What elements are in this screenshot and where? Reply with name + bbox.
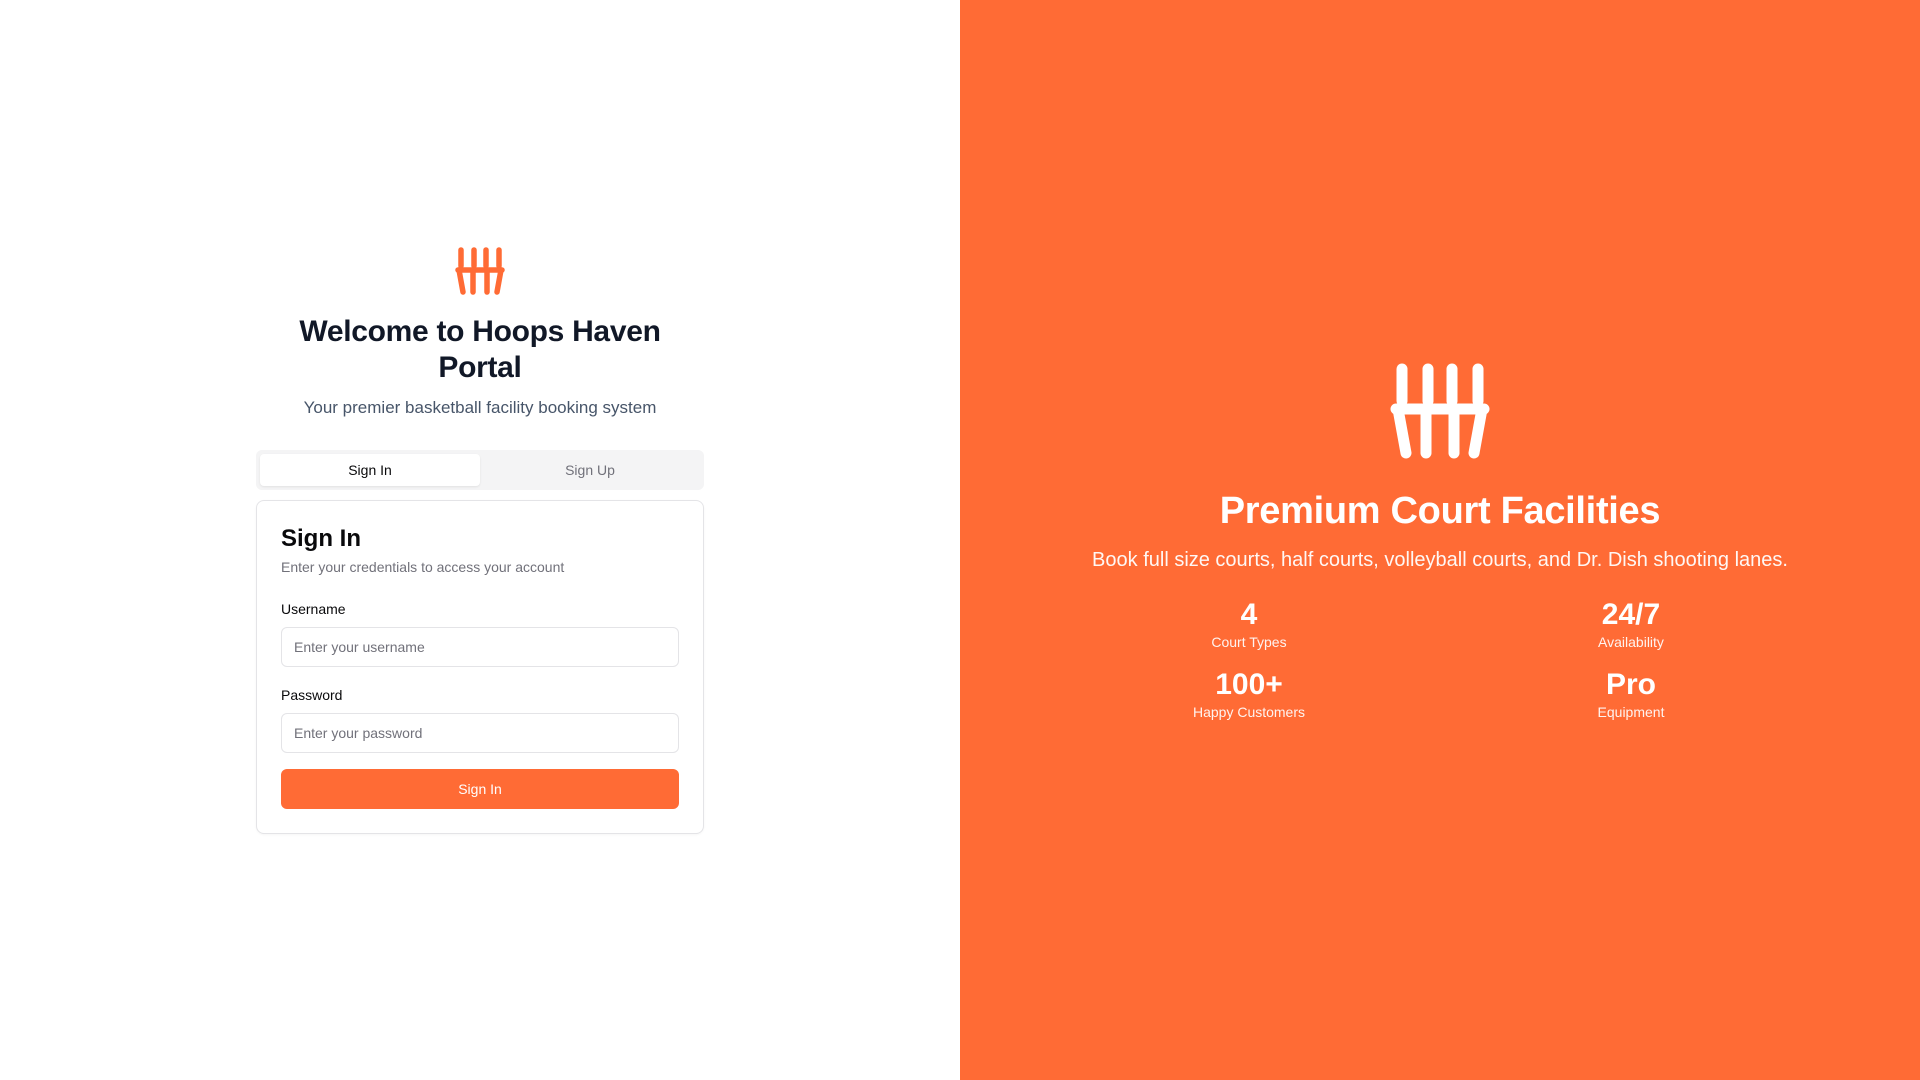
password-label: Password [281, 687, 343, 703]
login-panel: Welcome to Hoops Haven Portal Your premi… [0, 0, 960, 1080]
username-input[interactable] [281, 627, 679, 667]
promo-title: Premium Court Facilities [1219, 489, 1661, 532]
stat-label: Court Types [1211, 633, 1287, 650]
promo-subtitle: Book full size courts, half courts, voll… [1092, 548, 1788, 571]
stats-grid: 4 Court Types 24/7 Availability 100+ Hap… [1058, 598, 1822, 720]
password-input[interactable] [281, 713, 679, 753]
stat-value: 100+ [1215, 667, 1283, 701]
hoops-haven-logo-icon [455, 247, 505, 295]
password-field-group: Password [281, 687, 679, 753]
hoops-haven-logo-icon [1390, 363, 1490, 458]
tab-sign-up[interactable]: Sign Up [480, 454, 700, 486]
stat-value: 4 [1240, 597, 1258, 631]
login-container: Welcome to Hoops Haven Portal Your premi… [256, 246, 704, 834]
username-label: Username [281, 601, 346, 617]
stat-value: Pro [1605, 667, 1656, 701]
card-description: Enter your credentials to access your ac… [281, 559, 565, 575]
stat-label: Availability [1598, 633, 1664, 650]
stat-happy-customers: 100+ Happy Customers [1058, 668, 1440, 720]
promo-panel: Premium Court Facilities Book full size … [960, 0, 1920, 1080]
card-title: Sign In [281, 525, 361, 552]
sign-in-button[interactable]: Sign In [281, 769, 679, 809]
tab-sign-in[interactable]: Sign In [260, 454, 480, 486]
stat-court-types: 4 Court Types [1058, 598, 1440, 650]
stat-availability: 24/7 Availability [1440, 598, 1822, 650]
stat-value: 24/7 [1601, 597, 1661, 631]
page-subtitle: Your premier basketball facility booking… [303, 398, 657, 417]
page-title: Welcome to Hoops Haven Portal [299, 315, 661, 384]
stat-label: Equipment [1597, 703, 1665, 720]
stat-label: Happy Customers [1192, 703, 1306, 720]
auth-tabs: Sign In Sign Up [256, 450, 704, 490]
username-field-group: Username [281, 601, 679, 667]
stat-equipment: Pro Equipment [1440, 668, 1822, 720]
sign-in-card: Sign In Enter your credentials to access… [256, 500, 704, 834]
